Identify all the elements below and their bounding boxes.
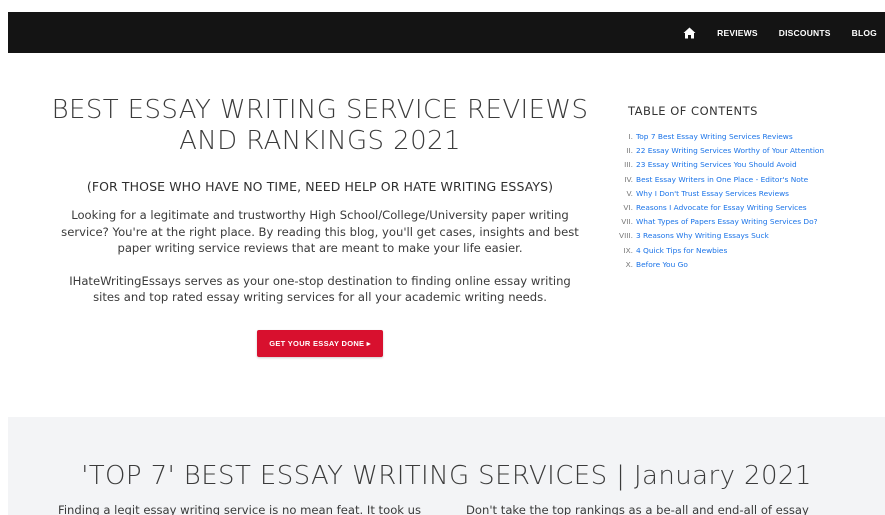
intro-paragraph-2: IHateWritingEssays serves as your one-st…: [69, 273, 571, 305]
page-subtitle: (FOR THOSE WHO HAVE NO TIME, NEED HELP O…: [86, 179, 554, 194]
toc-item: IV. Best Essay Writers in One Place - Edi…: [612, 173, 882, 187]
toc-title: TABLE OF CONTENTS: [628, 104, 758, 118]
nav-link-reviews[interactable]: REVIEWS: [717, 28, 758, 38]
toc-item: VI. Reasons I Advocate for Essay Writing …: [612, 201, 882, 215]
toc-link[interactable]: Best Essay Writers in One Place - Editor…: [636, 173, 808, 187]
toc-link[interactable]: 3 Reasons Why Writing Essays Suck: [636, 229, 769, 243]
toc-link[interactable]: 4 Quick Tips for Newbies: [636, 244, 727, 258]
home-icon[interactable]: [682, 26, 696, 40]
toc-item-number: IV.: [624, 174, 633, 184]
main-nav: REVIEWS DISCOUNTS BLOG: [682, 26, 877, 40]
top-navbar: REVIEWS DISCOUNTS BLOG: [8, 12, 885, 53]
top-services-section: 'TOP 7' BEST ESSAY WRITING SERVICES | Ja…: [8, 417, 885, 515]
toc-item-number: III.: [624, 160, 633, 170]
toc-link[interactable]: Top 7 Best Essay Writing Services Review…: [636, 130, 793, 144]
section-text-left: Finding a legit essay writing service is…: [58, 503, 422, 515]
toc-item-number: I.: [628, 132, 633, 141]
toc-item-number: X.: [625, 259, 633, 269]
toc-link[interactable]: 22 Essay Writing Services Worthy of Your…: [636, 144, 824, 158]
toc-item: VIII. 3 Reasons Why Writing Essays Suck: [612, 229, 882, 243]
toc-link[interactable]: What Types of Papers Essay Writing Servi…: [636, 215, 818, 229]
nav-link-discounts[interactable]: DISCOUNTS: [779, 28, 831, 38]
toc-item-number: VI.: [623, 203, 633, 213]
intro-paragraph: Looking for a legitimate and trustworthy…: [61, 208, 579, 255]
toc-item: IX. 4 Quick Tips for Newbies: [612, 244, 882, 258]
toc-item-number: V.: [626, 188, 633, 198]
toc-item-number: VII.: [621, 217, 633, 227]
toc-item-number: II.: [626, 146, 633, 156]
toc-item-number: VIII.: [619, 231, 633, 241]
toc-link[interactable]: 23 Essay Writing Services You Should Avo…: [636, 158, 797, 172]
toc-item: V. Why I Don't Trust Essay Services Revie…: [612, 187, 882, 201]
page-title: BEST ESSAY WRITING SERVICE REVIEWS AND R…: [51, 95, 589, 156]
toc-item-number: IX.: [623, 245, 633, 255]
toc-link[interactable]: Why I Don't Trust Essay Services Reviews: [636, 187, 789, 201]
toc-item: III. 23 Essay Writing Services You Should…: [612, 158, 882, 172]
hero-section: BEST ESSAY WRITING SERVICE REVIEWS AND R…: [50, 95, 590, 357]
table-of-contents: TABLE OF CONTENTS I. Top 7 Best Essay Wri…: [612, 104, 882, 272]
toc-item: II. 22 Essay Writing Services Worthy of Y…: [612, 144, 882, 158]
section-title: 'TOP 7' BEST ESSAY WRITING SERVICES | Ja…: [81, 461, 812, 491]
toc-item: I. Top 7 Best Essay Writing Services Revi…: [612, 130, 882, 144]
toc-item: VII. What Types of Papers Essay Writing S…: [612, 215, 882, 229]
toc-list: I. Top 7 Best Essay Writing Services Revi…: [612, 130, 882, 272]
toc-link[interactable]: Reasons I Advocate for Essay Writing Ser…: [636, 201, 807, 215]
toc-link[interactable]: Before You Go: [636, 258, 688, 272]
section-text-right: Don't take the top rankings as a be-all …: [466, 503, 809, 515]
nav-link-blog[interactable]: BLOG: [852, 28, 877, 38]
toc-item: X. Before You Go: [612, 258, 882, 272]
get-essay-done-button[interactable]: GET YOUR ESSAY DONE ▸: [257, 329, 383, 357]
